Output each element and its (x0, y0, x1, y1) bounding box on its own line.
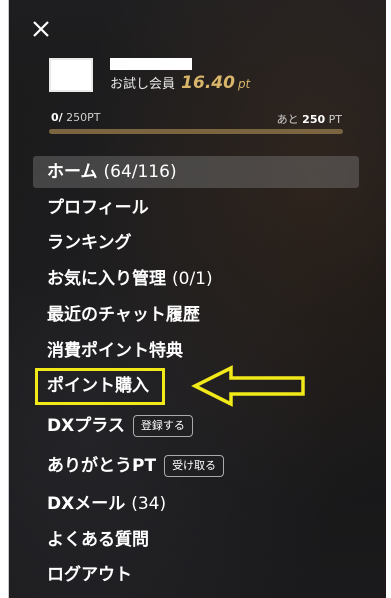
menu-item-favorites-label: お気に入り管理 (47, 269, 166, 289)
avatar[interactable] (49, 58, 93, 92)
left-arrow-icon (191, 365, 305, 407)
menu-item-profile[interactable]: プロフィール (33, 192, 149, 224)
menu-item-ranking[interactable]: ランキング (33, 227, 132, 259)
menu-item-home-label: ホーム (47, 162, 98, 182)
menu-item-chat-history[interactable]: 最近のチャット履歴 (33, 299, 200, 331)
username-redacted (110, 58, 192, 70)
menu-item-thanks-pt-label: ありがとうPT (47, 456, 157, 476)
close-icon[interactable] (30, 18, 52, 40)
menu-item-logout-label: ログアウト (47, 565, 132, 585)
side-menu-panel: お試し会員 16.40 pt 0/ 250PT あと 250 PT ホーム (64/… (8, 0, 386, 598)
member-status: お試し会員 16.40 pt (110, 73, 250, 93)
menu-item-logout[interactable]: ログアウト (33, 559, 132, 591)
dx-plus-register-button[interactable]: 登録する (132, 415, 193, 437)
progress-remaining-value: 250 (302, 113, 326, 126)
menu-item-ranking-label: ランキング (47, 233, 132, 253)
progress-remaining-unit: PT (328, 113, 342, 126)
menu-item-favorites-count: (0/1) (172, 269, 213, 289)
menu-item-point-benefits[interactable]: 消費ポイント特典 (33, 335, 183, 367)
menu-item-faq[interactable]: よくある質問 (33, 524, 149, 556)
menu-item-home-count: (64/116) (103, 162, 177, 182)
points-unit: pt (237, 77, 251, 91)
member-label: お試し会員 (110, 77, 176, 92)
menu-item-profile-label: プロフィール (47, 198, 149, 218)
menu-item-dx-plus-label: DXプラス (47, 416, 125, 436)
thanks-pt-receive-button[interactable]: 受け取る (164, 455, 225, 477)
progress-max: 250PT (66, 111, 101, 124)
points-value: 16.40 (181, 73, 235, 93)
progress-remaining-prefix: あと (276, 113, 299, 126)
progress-current: 0/ 250PT (51, 111, 101, 124)
menu-item-point-benefits-label: 消費ポイント特典 (47, 341, 183, 361)
menu-item-buy-points[interactable]: ポイント購入 (33, 370, 149, 402)
menu-item-faq-label: よくある質問 (47, 530, 149, 550)
menu-item-chat-history-label: 最近のチャット履歴 (47, 305, 200, 325)
menu-item-dx-mail-count: (34) (131, 494, 167, 514)
menu-item-dx-plus[interactable]: DXプラス 登録する (33, 410, 193, 442)
menu-item-dx-mail-label: DXメール (47, 494, 126, 514)
menu-item-buy-points-label: ポイント購入 (47, 376, 149, 396)
menu-item-home[interactable]: ホーム (64/116) (33, 156, 359, 188)
progress-remaining: あと 250 PT (277, 111, 342, 127)
menu-item-dx-mail[interactable]: DXメール (34) (33, 488, 166, 520)
menu-item-thanks-pt[interactable]: ありがとうPT 受け取る (33, 450, 225, 482)
progress-current-value: 0/ (51, 111, 63, 124)
progress-bar (49, 129, 343, 134)
menu-item-favorites[interactable]: お気に入り管理 (0/1) (33, 263, 213, 295)
